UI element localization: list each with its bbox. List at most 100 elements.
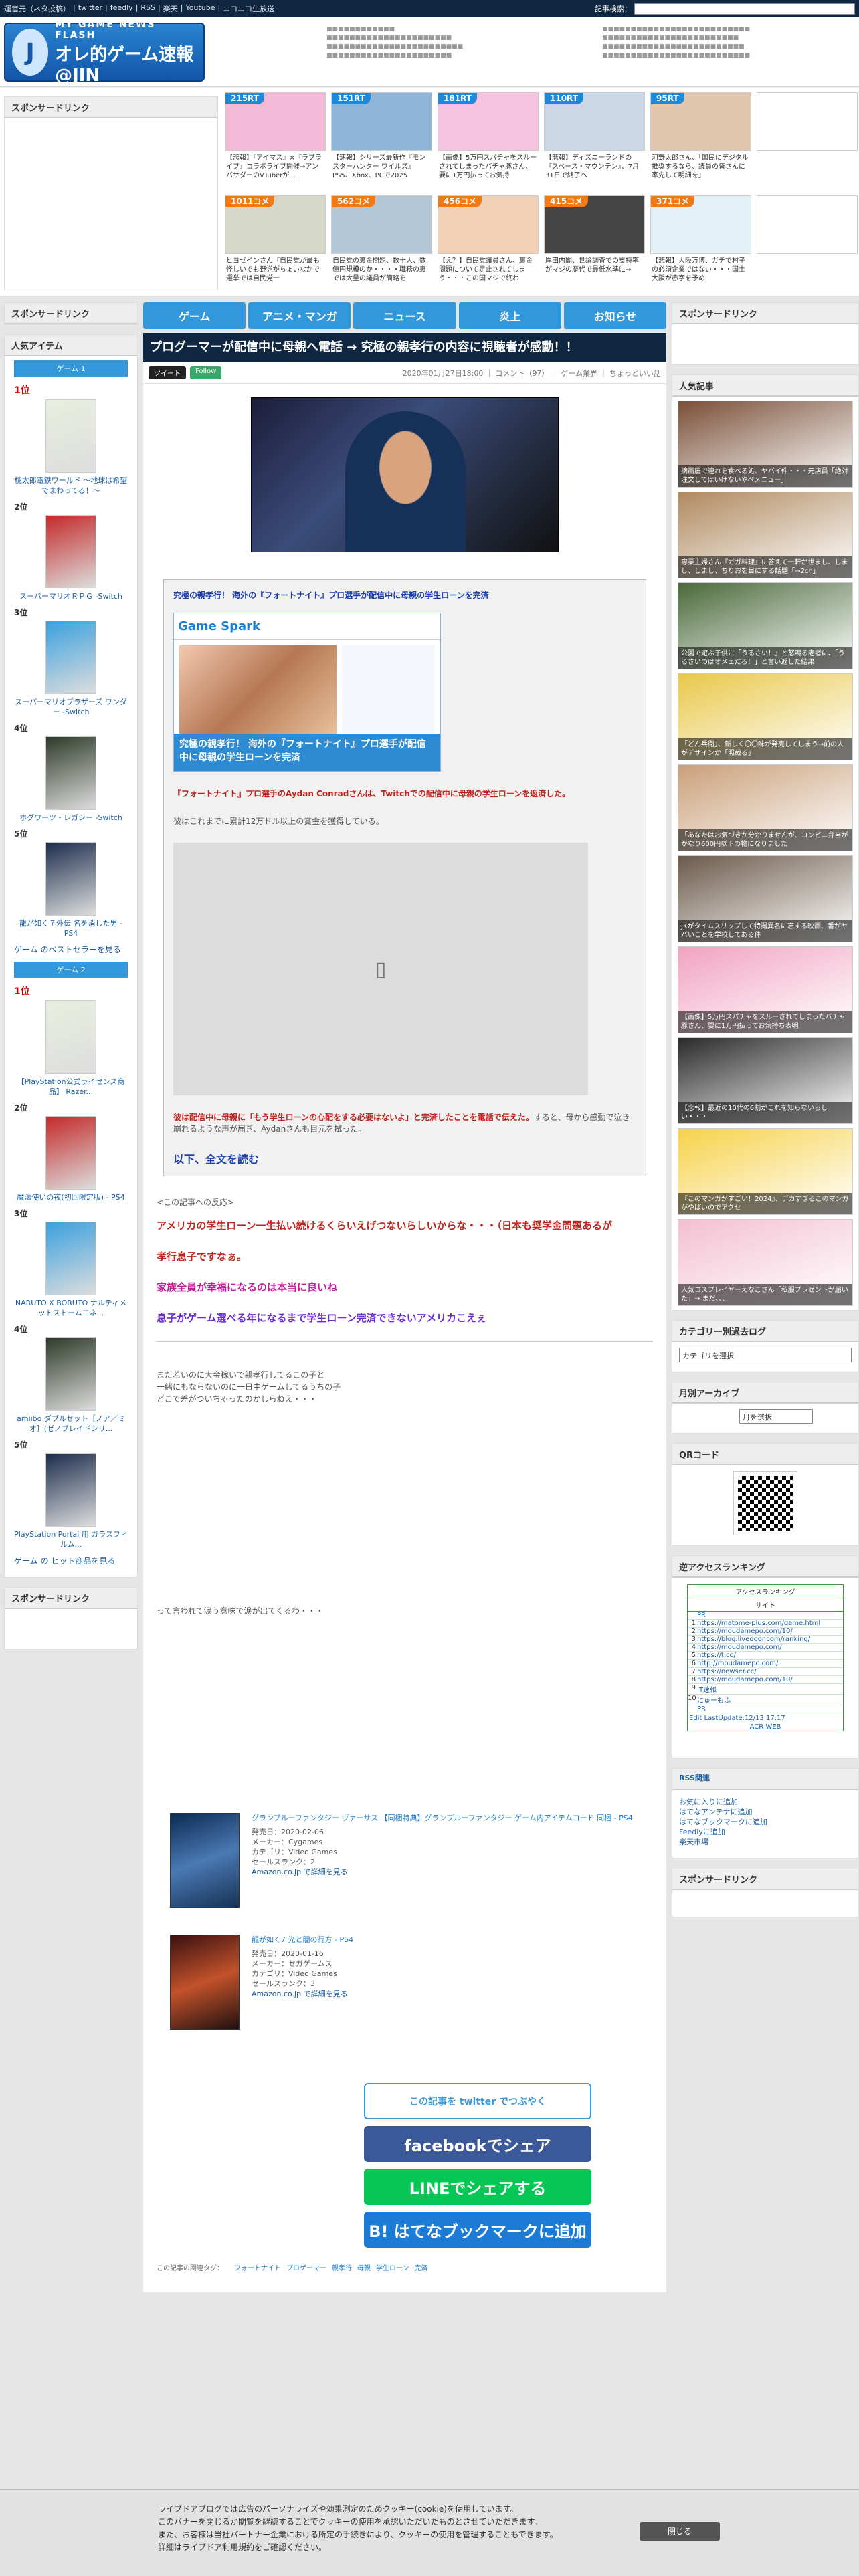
tag-link[interactable]: フォートナイト: [234, 2265, 281, 2272]
trend-item[interactable]: 371コメ 【悲報】大阪万博、ガチで村子の必須企業ではない・・・国土大阪が赤字を予…: [650, 195, 751, 293]
popular-article[interactable]: 公園で遊ぶ子供に「うるさい！」と怒鳴る老者に、「うるさいのはオメェだろ！」と言い…: [678, 582, 853, 669]
acr-index: 10: [688, 1695, 696, 1702]
acr-row[interactable]: PR: [688, 1612, 843, 1620]
trend-item[interactable]: [757, 195, 858, 293]
popular-article[interactable]: JKがタイムスリップして特撮異名に忘する映画、番がヤバいことを学校してある件: [678, 855, 853, 942]
popular-article[interactable]: 【悲報】最近の10代の6割がこれを知らないらしい・・・: [678, 1037, 853, 1124]
trend-item[interactable]: 456コメ 【え？】自民党議員さん、裏金問題について足止されてしまう・・・この国マ…: [438, 195, 539, 293]
product-title[interactable]: 龍が如く7 光と闇の行方 - PS4: [252, 1935, 353, 1945]
top-link[interactable]: Youtube: [185, 3, 215, 14]
product-title[interactable]: グランブルーファンタジー ヴァーサス 【同梱特典】グランブルーファンタジー ゲー…: [252, 1813, 633, 1823]
line-share-button[interactable]: LINEでシェアする: [364, 2169, 591, 2205]
acr-web-link[interactable]: ACR WEB: [688, 1723, 843, 1731]
source-card[interactable]: Game Spark 究極の親孝行！ 海外の『フォートナイト』プロ選手が配信中に…: [173, 613, 441, 772]
tag-link[interactable]: プロゲーマー: [286, 2265, 326, 2272]
popular-article[interactable]: 「あなたはお気づきか分かりませんが、コンビニ弁当がかなり600円以下の物になりま…: [678, 764, 853, 851]
top-link[interactable]: RSS: [140, 3, 155, 14]
sponsor-box: スポンサードリンク: [4, 96, 218, 290]
monthly-archive: 月別アーカイブ 月を選択: [672, 1382, 859, 1434]
acr-row[interactable]: 7 https://newser.cc/: [688, 1668, 843, 1676]
hatena-share-button[interactable]: B! はてなブックマークに追加: [364, 2212, 591, 2248]
acr-row[interactable]: PR: [688, 1705, 843, 1713]
tweet-button[interactable]: ツイート: [149, 366, 186, 379]
tab-game-1[interactable]: ゲーム 1: [14, 360, 128, 377]
rss-link[interactable]: はてなブックマークに追加: [679, 1817, 852, 1827]
rss-link[interactable]: Feedlyに追加: [679, 1827, 852, 1837]
trend-item[interactable]: 215RT 【悲報】『アイマス』×『ラブライブ』コラボライブ開催→アンバサダーのV…: [225, 92, 326, 190]
acr-row[interactable]: 3 https://blog.livedoor.com/ranking/: [688, 1636, 843, 1644]
tag-link[interactable]: 母親: [357, 2265, 371, 2272]
read-more-link[interactable]: 以下、全文を読む: [173, 1150, 636, 1166]
trend-item[interactable]: 1011コメ ヒヨゼインさん『自民党が最も怪しいでも野党がちょいなかで選挙では自民…: [225, 195, 326, 293]
tag-link[interactable]: 完済: [415, 2265, 428, 2272]
trend-item[interactable]: 562コメ 自民党の裏金問題、数十人、数億円規模のか・・・・職務の裏では大量の議員…: [331, 195, 432, 293]
trend-item[interactable]: 181RT 【画像】5万円スパチャをスルーされてしまったバチャ豚さん、要に1万円払…: [438, 92, 539, 190]
acr-row[interactable]: 5 https://t.co/: [688, 1652, 843, 1660]
trend-item[interactable]: 110RT 【悲報】ディズニーランドの『スペース・マウンテン』、7月31日で終了へ: [544, 92, 645, 190]
embedded-video[interactable]: ▯: [173, 843, 588, 1095]
hit-link[interactable]: ゲーム の ヒット商品を見る: [14, 1556, 115, 1566]
rank-item[interactable]: 5位 龍が如く７外伝 名を消した男 - PS4: [5, 825, 137, 941]
acr-row[interactable]: 1 https://matome-plus.com/game.html: [688, 1620, 843, 1628]
product-name: 龍が如く７外伝 名を消した男 - PS4: [19, 919, 122, 938]
top-link[interactable]: feedly: [110, 3, 133, 14]
rss-link[interactable]: お気に入りに追加: [679, 1797, 852, 1807]
popular-article[interactable]: 人気コスプレイヤーえなこさん「私服プレゼントが届いた」→ まだ、、、: [678, 1219, 853, 1306]
product-cover[interactable]: [170, 1935, 240, 2030]
trend-item[interactable]: 95RT 河野太郎さん、「国民にデジタル推奨するなら、議員の皆さんに率先して明細を…: [650, 92, 751, 190]
top-link[interactable]: twitter: [78, 3, 102, 14]
rss-link[interactable]: はてなアンテナに追加: [679, 1807, 852, 1817]
twitter-share-button[interactable]: この記事を twitter でつぶやく: [364, 2083, 591, 2119]
hero-image: [251, 397, 559, 552]
follow-button[interactable]: Follow: [190, 366, 222, 379]
rank-item[interactable]: 3位 スーパーマリオブラザーズ ワンダー -Switch: [5, 604, 137, 720]
category-select[interactable]: カテゴリを選択: [679, 1348, 852, 1362]
acr-row[interactable]: 6 http://moudamepo.com/: [688, 1660, 843, 1668]
trend-item[interactable]: 415コメ 岸田内閣、世論調査での支持率がマジの歴代で最低水準に→: [544, 195, 645, 293]
trend-item[interactable]: 151RT 【速報】シリーズ最新作『モンスターハンター ワイルズ』PS5、Xbox…: [331, 92, 432, 190]
nav-item[interactable]: 炎上: [458, 302, 561, 329]
reaction: アメリカの学生ローン一生払い続けるくらいえげつないらしいからな・・・（日本も奨学…: [157, 1220, 613, 1232]
top-link[interactable]: ニコニコ生放送: [223, 3, 274, 14]
nav-item[interactable]: ニュース: [353, 302, 456, 329]
acr-row[interactable]: 10 にゅーもふ: [688, 1695, 843, 1705]
popular-article[interactable]: 『このマンガがすごい！2024』、デカすぎるこのマンガがやばいのでアクセ: [678, 1128, 853, 1215]
amazon-link[interactable]: Amazon.co.jp で詳細を見る: [252, 1990, 348, 1998]
rank-item[interactable]: 1位 桃太郎電鉄ワールド ～地球は希望でまわってる！～: [5, 381, 137, 498]
acr-edit[interactable]: Edit LastUpdate:12/13 17:17: [688, 1713, 843, 1723]
rank-item[interactable]: 2位 魔法使いの夜(初回限定版) - PS4: [5, 1099, 137, 1205]
tag-link[interactable]: 親孝行: [332, 2265, 352, 2272]
top-link[interactable]: 楽天: [163, 3, 178, 14]
acr-row[interactable]: 9 IT速報: [688, 1684, 843, 1695]
facebook-share-button[interactable]: facebookでシェア: [364, 2126, 591, 2162]
bestseller-link[interactable]: ゲーム のベストセラーを見る: [14, 945, 121, 954]
rank-item[interactable]: 2位 スーパーマリオＲＰＧ -Switch: [5, 498, 137, 604]
rank-item[interactable]: 4位 ホグワーツ・レガシー -Switch: [5, 720, 137, 825]
cookie-close-button[interactable]: 閉じる: [640, 2522, 720, 2541]
nav-item[interactable]: アニメ・マンガ: [248, 302, 351, 329]
acr-row[interactable]: 8 https://moudamepo.com/10/: [688, 1676, 843, 1684]
tab-game-2[interactable]: ゲーム 2: [14, 962, 128, 978]
acr-row[interactable]: 4 https://moudamepo.com/: [688, 1644, 843, 1652]
popular-article[interactable]: 摘画屋で連れを食べる処、ヤバイ件・・・元店員「絶対注文してはいけないやべメニュー…: [678, 401, 853, 488]
rank-item[interactable]: 5位 PlayStation Portal 用 ガラスフィルム...: [5, 1436, 137, 1552]
trend-item[interactable]: [757, 92, 858, 190]
search-input[interactable]: [634, 3, 855, 15]
top-link[interactable]: 運営元（ネタ投稿）: [4, 3, 70, 14]
rank-item[interactable]: 3位 NARUTO X BORUTO ナルティメットストームコネ...: [5, 1205, 137, 1321]
rank-item[interactable]: 4位 amiibo ダブルセット［ノア／ミオ］(ゼノブレイドシリ...: [5, 1321, 137, 1436]
rss-link[interactable]: 楽天市場: [679, 1837, 852, 1847]
product-cover[interactable]: [170, 1813, 240, 1908]
acr-row[interactable]: 2 https://moudamepo.com/10/: [688, 1628, 843, 1636]
popular-article[interactable]: 専業主婦さん『ガガ料理』に答えて一軒が世まし、しまし、しまし、ちりおを目にする話…: [678, 492, 853, 578]
popular-article[interactable]: 「どん兵衛」、新しく〇〇味が発売してしまう→前の人がデザインか「照哉る」: [678, 673, 853, 760]
nav-item[interactable]: お知らせ: [563, 302, 667, 329]
quote-title[interactable]: 究極の親孝行！ 海外の『フォートナイト』プロ選手が配信中に母親の学生ローンを完済: [173, 589, 636, 601]
site-logo[interactable]: J MY GAME NEWS FLASH オレ的ゲーム速報@JIN: [4, 19, 205, 86]
amazon-link[interactable]: Amazon.co.jp で詳細を見る: [252, 1868, 348, 1876]
popular-article[interactable]: 【画像】5万円スパチャをスルーされてしまったバチャ豚さん、要に1万円払ってお気持…: [678, 946, 853, 1033]
rank-item[interactable]: 1位 【PlayStation公式ライセンス商品】 Razer...: [5, 982, 137, 1099]
month-select[interactable]: 月を選択: [739, 1409, 813, 1424]
tag-link[interactable]: 学生ローン: [376, 2265, 409, 2272]
nav-item[interactable]: ゲーム: [143, 302, 246, 329]
